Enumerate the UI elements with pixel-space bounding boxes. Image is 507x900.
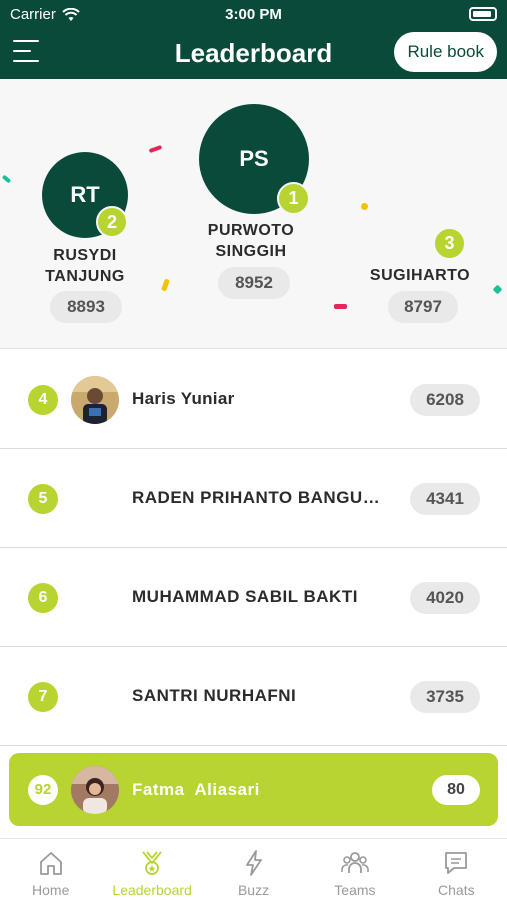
- tab-chats[interactable]: Chats: [406, 839, 507, 900]
- name-line: PURWOTO: [207, 222, 295, 239]
- avatar-initials: RT: [70, 182, 100, 207]
- confetti: [492, 284, 503, 295]
- player-name: Haris Yuniar: [132, 389, 235, 408]
- player-name: SANTRI NURHAFNI: [132, 686, 297, 705]
- current-user-name: Fatma Aliasari: [132, 780, 260, 799]
- list-item[interactable]: 4 Haris Yuniar 6208: [0, 350, 507, 449]
- tab-label: Leaderboard: [112, 882, 192, 898]
- rank-badge: 1: [277, 182, 310, 215]
- rank-badge: 7: [28, 682, 58, 712]
- name-line: RUSYDI: [53, 247, 117, 264]
- tab-label: Teams: [334, 882, 376, 898]
- tab-label: Chats: [438, 882, 475, 898]
- podium-name-second: RUSYDI TANJUNG: [20, 245, 150, 287]
- avatar: [71, 766, 119, 814]
- name-line: TANJUNG: [45, 268, 125, 285]
- podium-name-third: SUGIHARTO: [356, 265, 484, 286]
- confetti: [148, 144, 163, 154]
- confetti: [334, 304, 347, 309]
- user-photo-icon: [71, 766, 119, 814]
- score-pill: 8797: [388, 291, 458, 323]
- rank-badge: 92: [28, 775, 58, 805]
- tab-label: Home: [32, 882, 70, 898]
- score-pill: 80: [432, 775, 480, 805]
- rank-badge: 5: [28, 484, 58, 514]
- confetti: [361, 203, 368, 210]
- tab-buzz[interactable]: Buzz: [203, 839, 304, 900]
- podium-name-first: PURWOTO SINGGIH: [186, 220, 316, 262]
- rank-badge: 6: [28, 583, 58, 613]
- avatar: [71, 376, 119, 424]
- rank-badge: 3: [433, 227, 466, 260]
- avatar-initials: PS: [239, 146, 269, 171]
- app-header: Carrier 3:00 PM Leaderboard Rule book: [0, 0, 507, 79]
- status-bar: Carrier 3:00 PM: [0, 0, 507, 28]
- list-item[interactable]: 5 RADEN PRIHANTO BANGUNRAJA 4341: [0, 449, 507, 548]
- player-name: MUHAMMAD SABIL BAKTI: [132, 587, 358, 606]
- tab-leaderboard[interactable]: Leaderboard: [101, 839, 202, 900]
- tab-home[interactable]: Home: [0, 839, 101, 900]
- user-photo-icon: [71, 376, 119, 424]
- current-user-row[interactable]: 92 Fatma Aliasari 80: [9, 753, 498, 826]
- battery-icon: [469, 7, 497, 21]
- score-pill: 8952: [218, 267, 290, 299]
- score-pill: 8893: [50, 291, 122, 323]
- tab-label: Buzz: [237, 882, 270, 898]
- list-item[interactable]: 6 MUHAMMAD SABIL BAKTI 4020: [0, 548, 507, 647]
- list-item[interactable]: 7 SANTRI NURHAFNI 3735: [0, 647, 507, 746]
- score-pill: 4020: [410, 582, 480, 614]
- rule-book-button[interactable]: Rule book: [394, 32, 497, 72]
- trophy-icon: [142, 851, 162, 875]
- score-pill: 6208: [410, 384, 480, 416]
- tab-teams[interactable]: Teams: [304, 839, 405, 900]
- home-icon: [39, 852, 62, 875]
- name-line: SUGIHARTO: [369, 267, 471, 284]
- chat-icon: [445, 852, 468, 874]
- player-name: RADEN PRIHANTO BANGUNRAJA: [132, 488, 390, 507]
- rank-badge: 2: [96, 206, 128, 238]
- status-time: 3:00 PM: [225, 6, 282, 23]
- tab-bar: Home Leaderboard Buzz Teams Chats: [0, 838, 507, 900]
- podium: RT 2 RUSYDI TANJUNG 8893 PS 1 PURWOTO SI…: [0, 79, 507, 349]
- score-pill: 4341: [410, 483, 480, 515]
- rank-badge: 4: [28, 385, 58, 415]
- score-pill: 3735: [410, 681, 480, 713]
- name-line: SINGGIH: [215, 243, 287, 260]
- confetti: [1, 174, 12, 184]
- lightning-icon: [245, 850, 262, 876]
- confetti: [161, 278, 170, 292]
- team-icon: [341, 852, 369, 873]
